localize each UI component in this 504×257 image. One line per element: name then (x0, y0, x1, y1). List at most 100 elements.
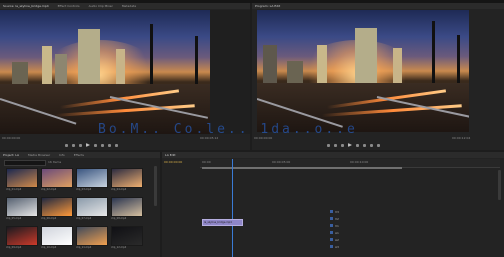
tower (78, 29, 100, 85)
track-label: V1 (335, 223, 339, 228)
source-monitor-tabbar: Source: la_skyline_bridge.mp4 Effect Con… (0, 3, 250, 9)
timeline-scrollbar[interactable] (498, 170, 501, 200)
timeline-timecode[interactable]: 00:00:00:00 (164, 160, 182, 164)
lift-icon[interactable] (363, 143, 366, 147)
palm-tree (150, 24, 153, 85)
tower (317, 45, 327, 84)
project-thumbnail[interactable] (6, 226, 38, 246)
tab-info[interactable]: Info (59, 153, 65, 157)
tower (42, 46, 52, 85)
track-label: A1 (335, 230, 339, 235)
project-panel: Project: LA Media Browser Info Effects 1… (0, 152, 160, 257)
project-thumbnail[interactable] (111, 197, 143, 217)
project-tabbar: Project: LA Media Browser Info Effects (0, 152, 160, 158)
play-icon[interactable] (86, 143, 90, 147)
export-frame-icon[interactable] (377, 143, 380, 147)
toggle-track-icon[interactable] (330, 231, 333, 234)
mark-out-icon[interactable] (72, 143, 75, 147)
project-thumbnail[interactable] (76, 226, 108, 246)
step-forward-icon[interactable] (94, 143, 97, 147)
mark-out-icon[interactable] (334, 143, 337, 147)
tower (263, 45, 277, 84)
mark-in-icon[interactable] (65, 143, 68, 147)
track-label: V3 (335, 209, 339, 214)
thumbnail-label: clip_07.mp4 (76, 217, 92, 220)
tab-sequence[interactable]: LA Edit (165, 153, 176, 157)
watermark-text: Bo.M.. Co.le.. 1da..o..e (98, 122, 358, 137)
project-thumbnail[interactable] (76, 168, 108, 188)
tab-effects[interactable]: Effects (74, 153, 84, 157)
thumbnail-label: clip_04.mp4 (111, 188, 127, 191)
project-thumbnail[interactable] (76, 197, 108, 217)
step-forward-icon[interactable] (356, 143, 359, 147)
project-item-count: 16 Items (48, 160, 62, 164)
source-transport-controls (65, 143, 118, 147)
tab-source[interactable]: Source: la_skyline_bridge.mp4 (3, 4, 49, 8)
play-icon[interactable] (348, 143, 352, 147)
track-header-v1: V1 (330, 222, 360, 229)
track-label: A2 (335, 237, 339, 242)
thumbnail-label: clip_08.mp4 (111, 217, 127, 220)
toggle-track-icon[interactable] (330, 238, 333, 241)
source-right-gutter (210, 10, 250, 134)
tab-program[interactable]: Program: LA Edit (255, 4, 280, 8)
project-thumbnail[interactable] (41, 226, 73, 246)
track-header-a1: A1 (330, 229, 360, 236)
toggle-track-icon[interactable] (330, 210, 333, 213)
program-timecode-duration: 00:00:12:04 (452, 136, 471, 140)
playhead[interactable] (232, 159, 233, 257)
thumbnail-label: clip_06.mp4 (41, 217, 57, 220)
thumbnail-label: clip_09.mp4 (6, 246, 22, 249)
source-timecode-in[interactable]: 00:00:00:00 (2, 136, 20, 140)
toggle-track-icon[interactable] (330, 245, 333, 248)
project-thumbnail[interactable] (111, 168, 143, 188)
track-header-a3: A3 (330, 243, 360, 250)
overwrite-icon[interactable] (108, 143, 111, 147)
project-thumbnail[interactable] (41, 168, 73, 188)
step-back-icon[interactable] (79, 143, 82, 147)
tab-project[interactable]: Project: LA (3, 153, 19, 157)
tab-metadata[interactable]: Metadata (122, 4, 136, 8)
tower (55, 54, 67, 85)
tab-media-browser[interactable]: Media Browser (28, 153, 50, 157)
tab-audio-clip-mixer[interactable]: Audio Clip Mixer (89, 4, 113, 8)
tower (12, 62, 28, 85)
track-header-v2: V2 (330, 215, 360, 222)
thumbnail-label: clip_03.mp4 (76, 188, 92, 191)
thumbnail-label: clip_11.mp4 (76, 246, 92, 249)
thumbnail-label: clip_10.mp4 (41, 246, 57, 249)
project-thumbnail-grid: clip_01.mp4 clip_02.mp4 clip_03.mp4 clip_04… (0, 166, 150, 257)
export-frame-icon[interactable] (115, 143, 118, 147)
project-thumbnail[interactable] (6, 197, 38, 217)
timeline-panel: LA Edit 00:00:00:00 00:00 00:00:05:00 00… (162, 152, 504, 257)
project-scrollbar[interactable] (154, 166, 157, 206)
tower (287, 61, 303, 84)
source-video-frame[interactable] (0, 10, 210, 134)
project-thumbnail[interactable] (111, 226, 143, 246)
ruler-mark: 00:00:05:00 (272, 160, 291, 164)
timeline-tabbar: LA Edit (162, 152, 504, 158)
palm-tree (457, 35, 460, 84)
thumbnail-label: clip_12.mp4 (111, 246, 127, 249)
insert-icon[interactable] (101, 143, 104, 147)
project-thumbnail[interactable] (6, 168, 38, 188)
timeline-clip[interactable]: la_skyline_bridge.mp4 (202, 219, 243, 226)
project-thumbnail[interactable] (41, 197, 73, 217)
track-label: A3 (335, 244, 339, 249)
mark-in-icon[interactable] (327, 143, 330, 147)
program-video-frame[interactable] (257, 10, 469, 132)
track-header-v3: V3 (330, 208, 360, 215)
tower (116, 49, 125, 85)
tab-effect-controls[interactable]: Effect Controls (58, 4, 80, 8)
toggle-track-icon[interactable] (330, 217, 333, 220)
step-back-icon[interactable] (341, 143, 344, 147)
palm-tree (432, 21, 435, 84)
extract-icon[interactable] (370, 143, 373, 147)
thumbnail-label: clip_05.mp4 (6, 217, 22, 220)
program-transport-controls (327, 143, 380, 147)
program-monitor-tabbar: Program: LA Edit (252, 3, 504, 9)
toggle-track-icon[interactable] (330, 224, 333, 227)
ruler-mark: 00:00:10:00 (350, 160, 369, 164)
thumbnail-label: clip_02.mp4 (41, 188, 57, 191)
track-header-a2: A2 (330, 236, 360, 243)
